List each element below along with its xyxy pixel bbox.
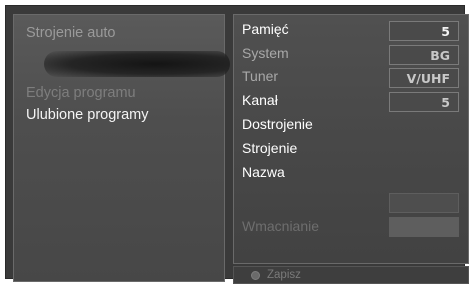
booster-value-field[interactable] xyxy=(389,217,459,237)
menu-item-favorite-programs[interactable]: Ulubione programy xyxy=(26,107,149,123)
memory-label[interactable]: Pamięć xyxy=(242,21,289,37)
system-value-field[interactable]: BG xyxy=(389,45,459,65)
tuning-label[interactable]: Strojenie xyxy=(242,140,297,156)
save-label[interactable]: Zapisz xyxy=(267,269,301,281)
menu-item-program-edit[interactable]: Edycja programu xyxy=(26,85,136,101)
footer-bar: Zapisz xyxy=(233,266,469,284)
name-value-field[interactable] xyxy=(389,193,459,213)
system-label[interactable]: System xyxy=(242,45,289,61)
circle-button-icon xyxy=(251,271,260,280)
fine-tuning-label[interactable]: Dostrojenie xyxy=(242,116,313,132)
manual-tuning-panel: Pamięć 5 System BG Tuner V/UHF Kanał 5 D… xyxy=(233,14,469,264)
channel-label[interactable]: Kanał xyxy=(242,92,278,108)
channel-value-field[interactable]: 5 xyxy=(389,92,459,112)
booster-label[interactable]: Wmacnianie xyxy=(242,218,319,234)
memory-value-field[interactable]: 5 xyxy=(389,21,459,41)
tv-menu-screen: Strojenie auto Edycja programu Ulubione … xyxy=(5,5,469,284)
selection-highlight xyxy=(44,51,230,77)
name-label[interactable]: Nazwa xyxy=(242,164,285,180)
left-menu-panel: Strojenie auto Edycja programu Ulubione … xyxy=(13,14,230,282)
menu-item-auto-tuning[interactable]: Strojenie auto xyxy=(26,25,115,41)
tuner-label[interactable]: Tuner xyxy=(242,68,278,84)
tuner-value-field[interactable]: V/UHF xyxy=(389,68,459,88)
